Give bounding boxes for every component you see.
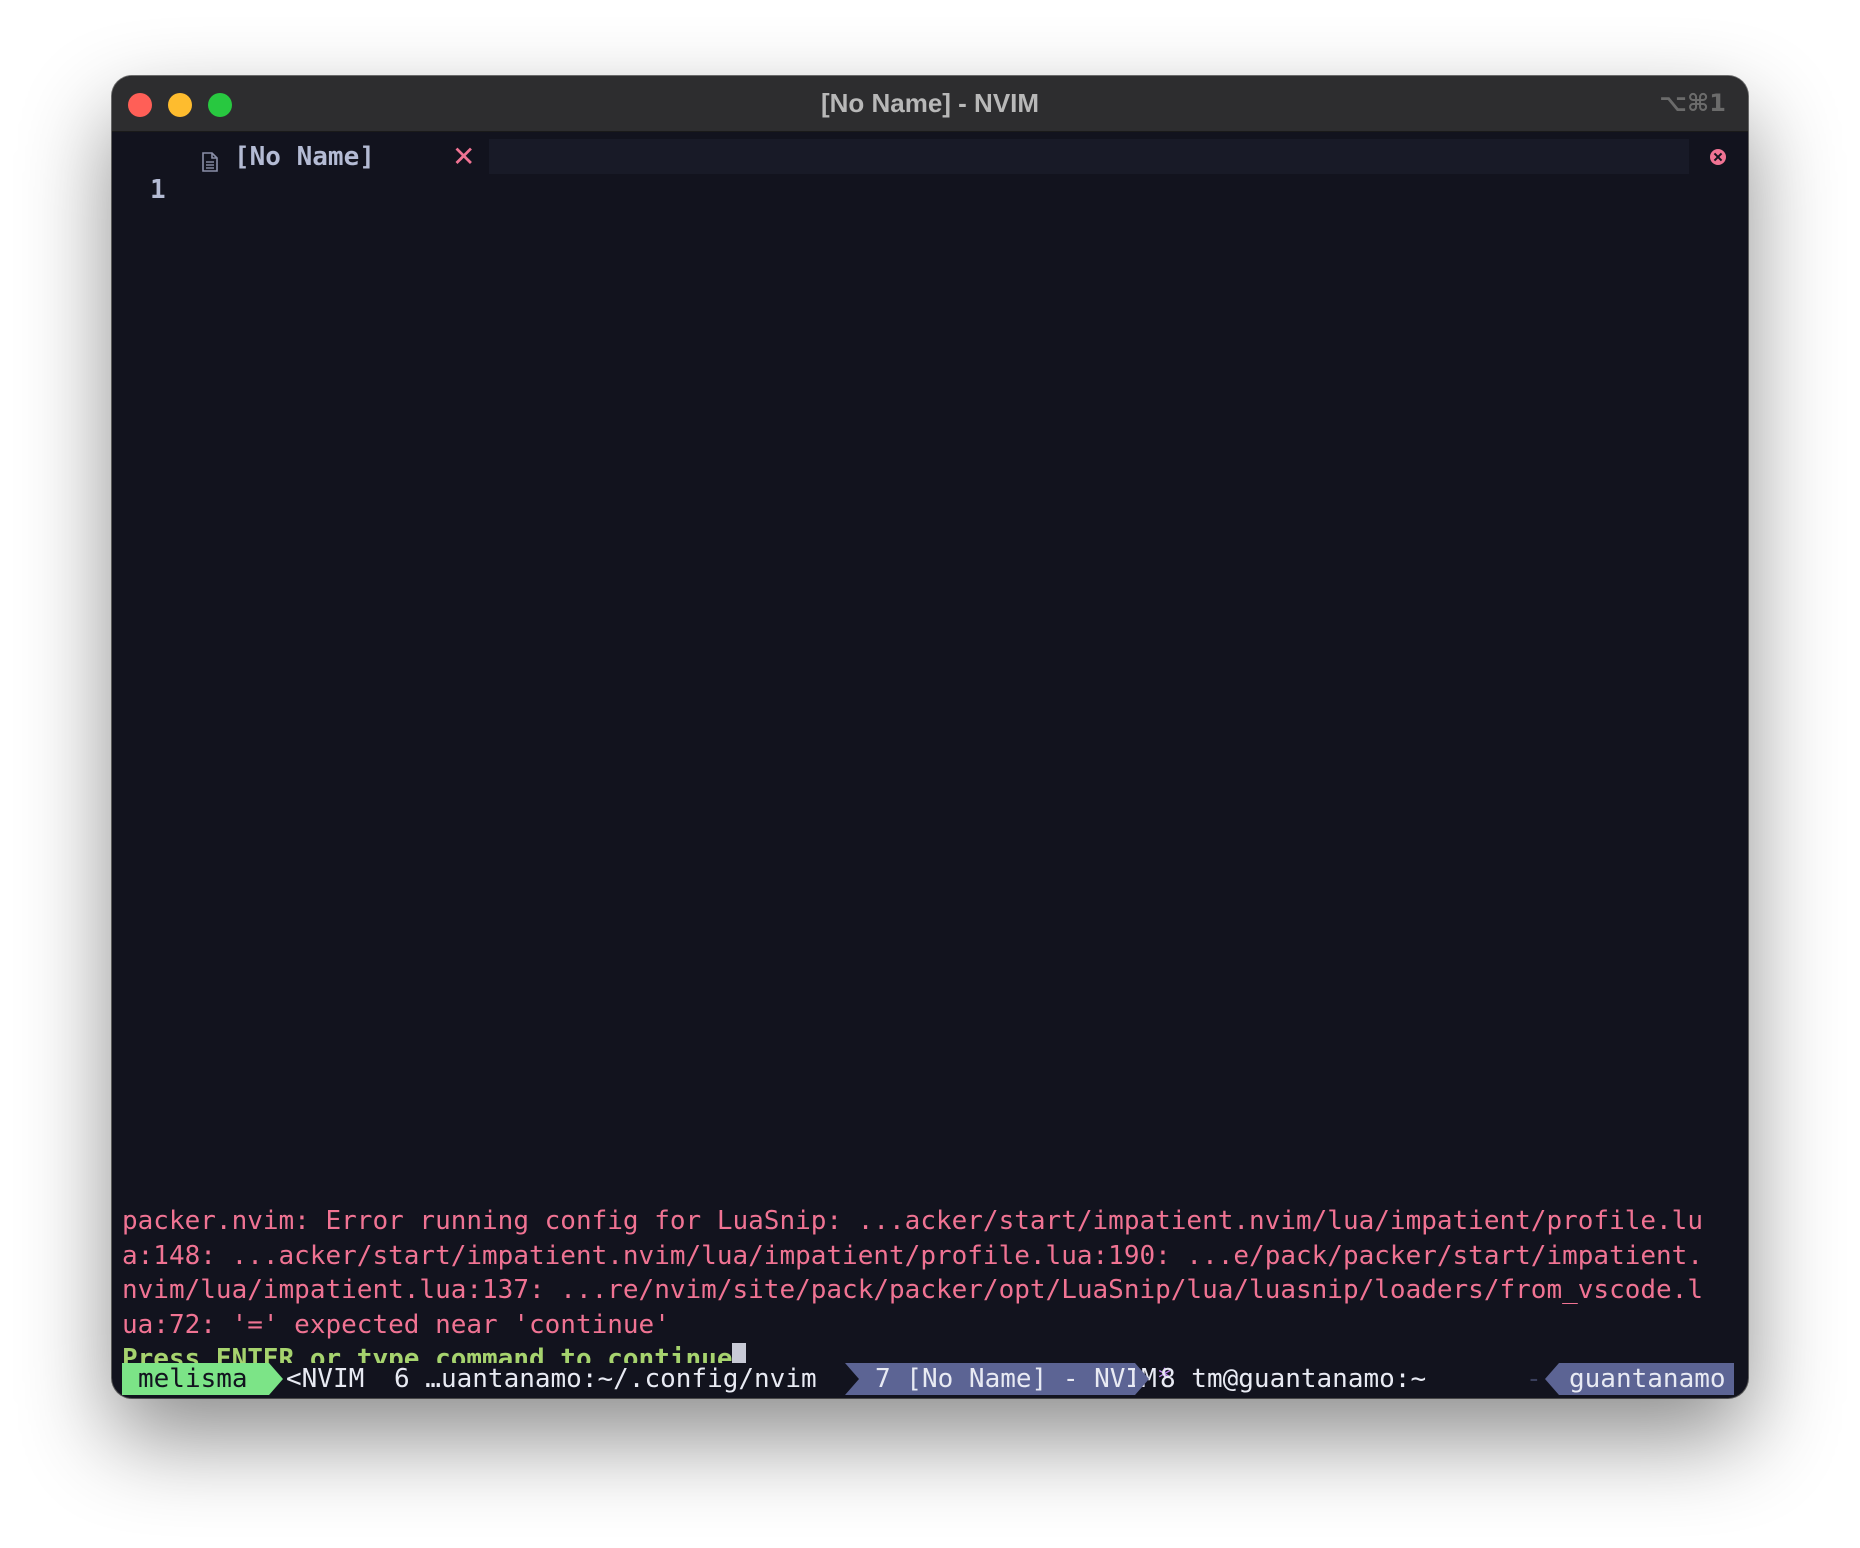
window-tab-1[interactable]: <NVIM bbox=[286, 1363, 364, 1395]
window-tab-6[interactable]: 6 …uantanamo:~/.config/nvim bbox=[394, 1363, 817, 1395]
tabline-fill bbox=[489, 139, 1689, 174]
window-shortcut: ⌥⌘1 bbox=[1659, 89, 1726, 117]
session-separator bbox=[269, 1363, 283, 1395]
status-divider: - bbox=[1526, 1364, 1542, 1394]
active-tab-separator-left bbox=[845, 1363, 859, 1395]
window-title: [No Name] - NVIM bbox=[820, 88, 1040, 118]
buffer-tab-label: [No Name] bbox=[234, 142, 375, 172]
hostname: guantanamo bbox=[1559, 1363, 1734, 1395]
window-tab-8[interactable]: 8 tm@guantanamo:~ bbox=[1160, 1363, 1426, 1395]
hostname-text: guantanamo bbox=[1569, 1364, 1726, 1394]
session-name[interactable]: melisma bbox=[122, 1363, 269, 1395]
buffer-close-icon[interactable]: ✕ bbox=[452, 139, 475, 175]
window-tab-active-label: 7 [No Name] - NVIM bbox=[875, 1364, 1157, 1394]
buffer-tab[interactable]: [No Name] ✕ bbox=[112, 139, 489, 175]
file-icon bbox=[201, 149, 219, 179]
error-message-line: ua:72: '=' expected near 'continue' bbox=[122, 1309, 670, 1340]
message-area: packer.nvim: Error running config for Lu… bbox=[122, 1204, 1747, 1377]
buffer-tabline: [No Name] ✕ bbox=[112, 139, 1748, 175]
window-tab-active[interactable]: 7 [No Name] - NVIM* bbox=[845, 1363, 1172, 1395]
session-name-text: melisma bbox=[138, 1364, 248, 1394]
close-circle-icon[interactable] bbox=[1710, 149, 1726, 165]
title-bar: [No Name] - NVIM ⌥⌘1 bbox=[112, 76, 1748, 132]
error-message-line: a:148: ...acker/start/impatient.nvim/lua… bbox=[122, 1240, 1703, 1271]
error-message-line: nvim/lua/impatient.lua:137: ...re/nvim/s… bbox=[122, 1275, 1703, 1305]
tmux-status-bar: melisma <NVIM 6 …uantanamo:~/.config/nvi… bbox=[122, 1363, 1734, 1395]
hostname-separator bbox=[1545, 1363, 1559, 1395]
error-message-line: packer.nvim: Error running config for Lu… bbox=[122, 1206, 1703, 1236]
line-number: 1 bbox=[150, 175, 166, 205]
terminal-window: [No Name] - NVIM ⌥⌘1 [No Name] ✕ 1 packe… bbox=[112, 76, 1748, 1398]
active-tab-separator-right bbox=[1135, 1363, 1149, 1395]
